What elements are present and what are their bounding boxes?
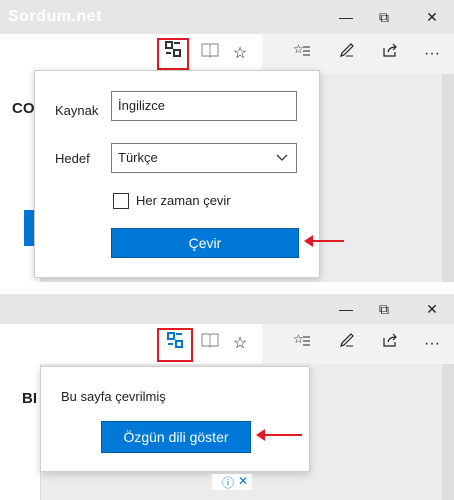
- add-favorite-button[interactable]: ☆: [226, 40, 254, 68]
- reading-view-button[interactable]: [196, 40, 224, 68]
- translated-flyout: Bu sayfa çevrilmiş Özgün dili göster: [40, 366, 310, 472]
- annotation-arrow: [256, 428, 302, 442]
- close-button[interactable]: ✕: [418, 6, 446, 28]
- translate-button[interactable]: [157, 38, 189, 70]
- reading-view-icon: [201, 333, 219, 352]
- watermark: Sordum.net: [8, 8, 102, 25]
- favorite-star-icon: ☆: [232, 45, 248, 62]
- target-language-select[interactable]: Türkçe: [111, 143, 297, 173]
- close-icon[interactable]: ✕: [238, 474, 248, 488]
- source-language-value: İngilizce: [118, 98, 165, 113]
- favorites-button[interactable]: ☆: [288, 40, 316, 68]
- source-label: Kaynak: [55, 103, 99, 118]
- title-bar: — ⧉ ✕: [0, 294, 454, 324]
- scrollbar[interactable]: [442, 364, 454, 500]
- page-left-column: BI: [0, 364, 41, 500]
- browser-window-2: — ⧉ ✕ ☆ ☆ ··· BI Bu sayfa çevrilmiş Özgü…: [0, 294, 454, 500]
- share-button[interactable]: [376, 330, 404, 358]
- chevron-down-icon: [276, 144, 288, 182]
- notes-button[interactable]: [333, 40, 361, 68]
- svg-text:☆: ☆: [293, 42, 304, 56]
- target-label: Hedef: [55, 151, 90, 166]
- reading-view-icon: [201, 43, 219, 62]
- reading-view-button[interactable]: [196, 330, 224, 358]
- add-favorite-button[interactable]: ☆: [226, 330, 254, 358]
- toolbar: ☆ ☆ ···: [0, 34, 454, 75]
- more-button[interactable]: ···: [418, 40, 446, 68]
- annotation-arrow: [304, 234, 344, 248]
- favorites-list-icon: ☆: [293, 42, 311, 62]
- favorites-button[interactable]: ☆: [288, 330, 316, 358]
- ad-controls: ⓘ ✕: [212, 474, 252, 490]
- share-button[interactable]: [376, 40, 404, 68]
- show-original-button[interactable]: Özgün dili göster: [101, 421, 251, 453]
- source-language-field[interactable]: İngilizce: [111, 91, 297, 121]
- more-icon: ···: [424, 335, 440, 352]
- favorite-star-icon: ☆: [232, 335, 248, 352]
- translate-icon: [164, 41, 182, 62]
- always-translate-checkbox[interactable]: [113, 193, 129, 209]
- title-bar: Sordum.net — ⧉ ✕: [0, 0, 454, 34]
- pen-notes-icon: [339, 43, 355, 62]
- browser-window-1: Sordum.net — ⧉ ✕ ☆ ☆ ··· CO Kaynak İngil…: [0, 0, 454, 282]
- translate-submit-button[interactable]: Çevir: [111, 228, 299, 258]
- translate-flyout: Kaynak İngilizce Hedef Türkçe Her zaman …: [34, 70, 320, 278]
- pen-notes-icon: [339, 333, 355, 352]
- share-icon: [382, 43, 398, 62]
- page-partial-heading: CO: [12, 100, 35, 117]
- scrollbar[interactable]: [442, 74, 454, 282]
- svg-text:☆: ☆: [293, 332, 304, 346]
- restore-button[interactable]: ⧉: [370, 298, 398, 320]
- translate-button-active[interactable]: [157, 328, 193, 362]
- translated-message: Bu sayfa çevrilmiş: [61, 389, 166, 404]
- minimize-button[interactable]: —: [332, 298, 360, 320]
- more-button[interactable]: ···: [418, 330, 446, 358]
- translate-icon: [166, 332, 184, 353]
- share-icon: [382, 333, 398, 352]
- minimize-button[interactable]: —: [332, 6, 360, 28]
- close-button[interactable]: ✕: [418, 298, 446, 320]
- more-icon: ···: [424, 45, 440, 62]
- info-icon[interactable]: ⓘ: [222, 474, 234, 491]
- always-translate-label: Her zaman çevir: [136, 193, 231, 208]
- page-partial-heading: BI: [22, 390, 37, 407]
- favorites-list-icon: ☆: [293, 332, 311, 352]
- toolbar: ☆ ☆ ···: [0, 324, 454, 365]
- page-button-edge: [24, 210, 34, 246]
- restore-button[interactable]: ⧉: [370, 6, 398, 28]
- notes-button[interactable]: [333, 330, 361, 358]
- target-language-value: Türkçe: [118, 150, 158, 165]
